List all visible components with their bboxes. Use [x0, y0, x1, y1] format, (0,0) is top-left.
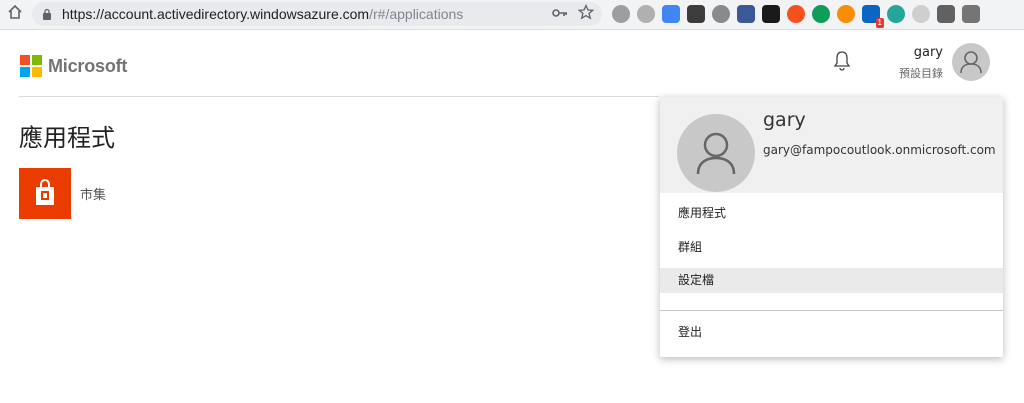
account-menu-button[interactable]: gary 預設目錄 [885, 31, 1003, 97]
shield-ext-icon[interactable] [687, 5, 705, 23]
url-host: https://account.activedirectory.windowsa… [62, 6, 370, 22]
extensions-bar: 1 [612, 5, 980, 28]
microsoft-squares-icon [20, 55, 42, 77]
microsoft-logo[interactable]: Microsoft [20, 55, 127, 77]
home-icon[interactable] [4, 4, 26, 26]
shopping-bag-icon [36, 179, 54, 205]
extension-badge: 1 [875, 18, 884, 28]
target-ext-icon[interactable] [712, 5, 730, 23]
teal-circle-ext-icon[interactable] [887, 5, 905, 23]
wave-ext-icon[interactable] [787, 5, 805, 23]
person-icon [960, 51, 982, 74]
avatar-large [677, 114, 755, 192]
brand-name: Microsoft [48, 55, 128, 76]
play-ext-icon[interactable] [837, 5, 855, 23]
page-title: 應用程式 [19, 124, 115, 152]
camera-ext-icon[interactable] [962, 5, 980, 23]
linkedin-ext-icon[interactable]: 1 [862, 5, 884, 28]
header-user-directory: 預設目錄 [899, 67, 943, 80]
menu-item-profile[interactable]: 設定檔 [660, 268, 1003, 293]
grey-circle-ext-icon[interactable] [612, 5, 630, 23]
folder-ext-icon[interactable] [937, 5, 955, 23]
menu-item-signout[interactable]: 登出 [660, 320, 1003, 345]
url-path: /r#/applications [369, 6, 464, 22]
address-bar[interactable]: https://account.activedirectory.windowsa… [32, 2, 602, 26]
flag-ext-icon[interactable] [737, 5, 755, 23]
app-tile-marketplace[interactable] [19, 168, 71, 219]
dropdown-user-email: gary@fampocoutlook.onmicrosoft.com [763, 143, 996, 157]
dropdown-header: gary gary@fampocoutlook.onmicrosoft.com [660, 97, 1003, 193]
header-divider [19, 96, 659, 97]
dropdown-user-name: gary [763, 109, 806, 131]
cursor-ext-icon[interactable] [762, 5, 780, 23]
account-dropdown: gary gary@fampocoutlook.onmicrosoft.com … [660, 97, 1003, 357]
url-text: https://account.activedirectory.windowsa… [62, 6, 463, 22]
menu-item-applications[interactable]: 應用程式 [660, 201, 1003, 226]
light-circle-ext-icon[interactable] [912, 5, 930, 23]
header-user-name: gary [913, 45, 943, 60]
avatar [952, 43, 990, 81]
person-icon [696, 132, 736, 175]
chat-ext-icon[interactable] [812, 5, 830, 23]
lock-icon [43, 8, 51, 20]
browser-toolbar: https://account.activedirectory.windowsa… [0, 0, 1024, 30]
bookmark-star-icon[interactable] [577, 3, 595, 24]
bell-icon[interactable] [832, 50, 852, 72]
menu-divider [660, 310, 1003, 311]
key-icon[interactable] [552, 6, 568, 24]
cloud-ext-icon[interactable] [637, 5, 655, 23]
app-label-marketplace[interactable]: 市集 [80, 184, 106, 203]
translate-ext-icon[interactable] [662, 5, 680, 23]
menu-item-groups[interactable]: 群組 [660, 235, 1003, 260]
